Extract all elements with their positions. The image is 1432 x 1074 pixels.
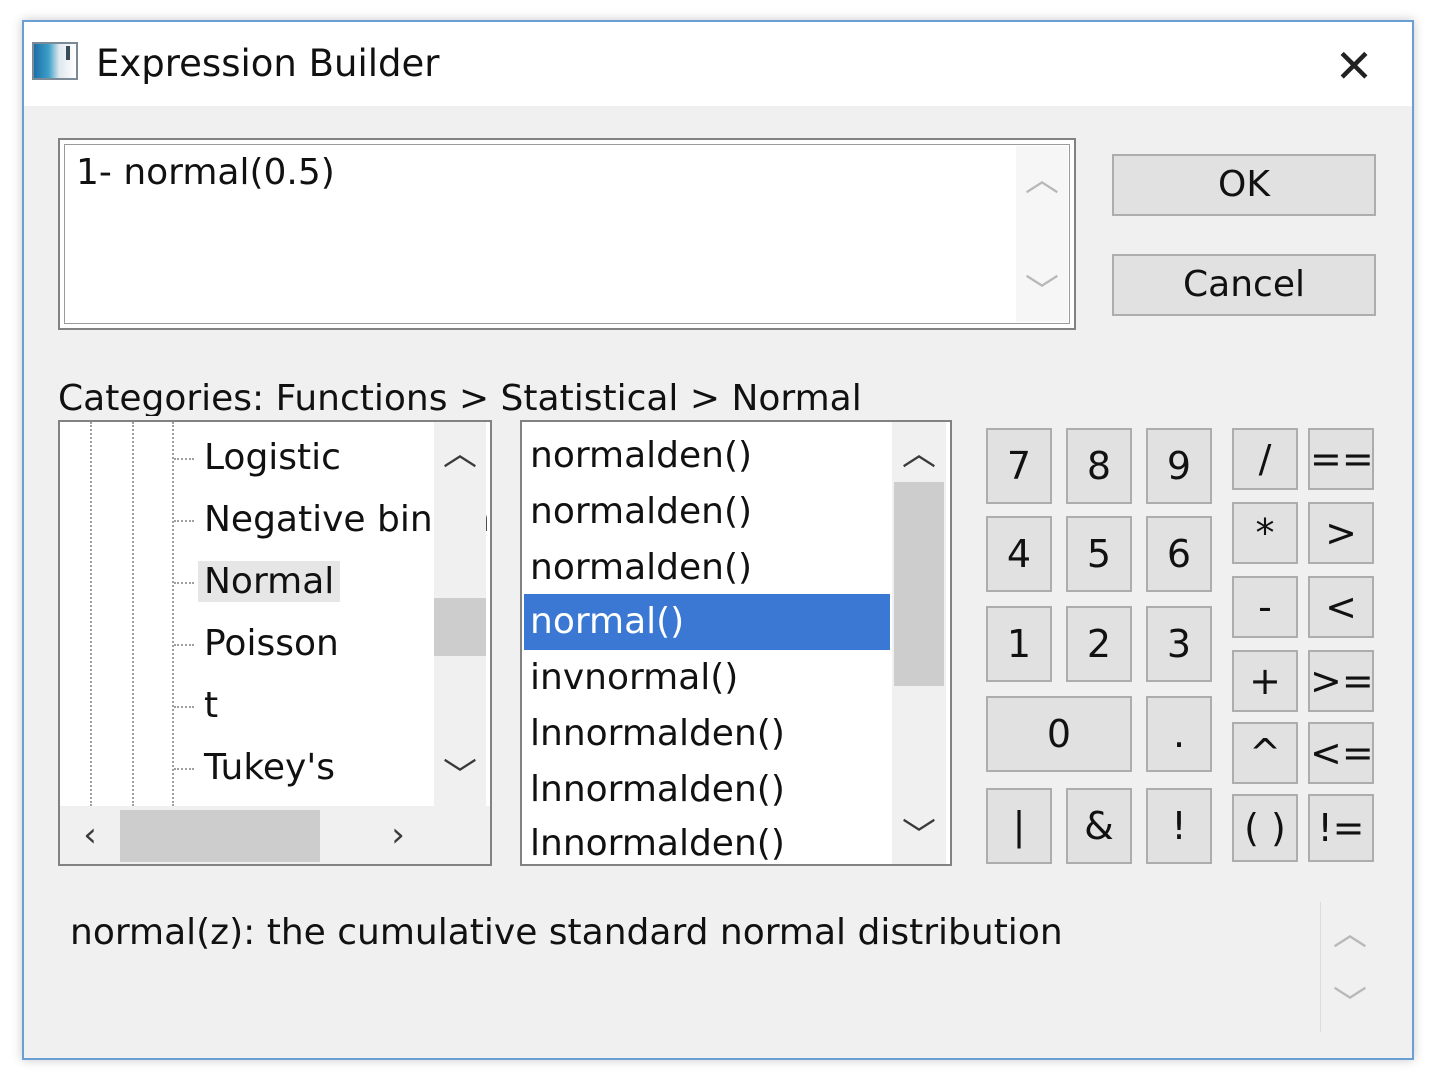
tree-item-label: Logistic [204,437,341,478]
tree-item-label: Normal [198,561,341,602]
tree-vertical-scrollbar[interactable]: ︿ ﹀ [434,422,486,806]
ok-button[interactable]: OK [1112,154,1376,216]
key-2[interactable]: 2 [1066,606,1132,682]
key-divide[interactable]: / [1232,428,1298,490]
key-decimal-point[interactable]: . [1146,696,1212,772]
scroll-down-icon[interactable]: ﹀ [1321,984,1379,1024]
scroll-up-icon[interactable]: ︿ [1016,160,1068,200]
expression-input[interactable]: 1- normal(0.5) ︿ ﹀ [58,138,1076,330]
key-less-equal[interactable]: <= [1308,722,1374,784]
key-7[interactable]: 7 [986,428,1052,504]
key-3[interactable]: 3 [1146,606,1212,682]
key-1[interactable]: 1 [986,606,1052,682]
app-icon [32,42,78,80]
tree-horizontal-scrollbar[interactable]: ‹ › [60,806,490,864]
tree-item-normal[interactable]: Normal [174,552,341,612]
key-0[interactable]: 0 [986,696,1132,772]
key-greater-equal[interactable]: >= [1308,650,1374,712]
key-parentheses[interactable]: ( ) [1232,794,1298,862]
key-equals[interactable]: == [1308,428,1374,490]
key-6[interactable]: 6 [1146,516,1212,592]
scroll-down-icon[interactable]: ﹀ [434,756,486,796]
key-greater-than[interactable]: > [1308,502,1374,564]
list-item-selected[interactable]: normal() [524,594,890,650]
category-tree[interactable]: Logistic Negative binomial Normal Poisso… [58,420,492,866]
tree-horizontal-scroll-thumb[interactable] [120,810,320,862]
key-subtract[interactable]: - [1232,576,1298,638]
scroll-right-icon[interactable]: › [370,806,426,864]
list-item[interactable]: normalden() [524,484,890,540]
tree-item-label: Tukey's [204,747,336,788]
scroll-down-icon[interactable]: ﹀ [892,816,946,856]
scroll-up-icon[interactable]: ︿ [1321,914,1379,954]
expression-builder-dialog: Expression Builder ✕ 1- normal(0.5) ︿ ﹀ … [22,20,1414,1060]
title-bar: Expression Builder ✕ [24,22,1412,106]
description-scrollbar[interactable]: ︿ ﹀ [1320,902,1379,1032]
dialog-title: Expression Builder [96,42,440,85]
key-multiply[interactable]: * [1232,502,1298,564]
list-item[interactable]: lnnormalden() [524,816,890,864]
tree-item-logistic[interactable]: Logistic [174,428,347,488]
tree-item-t[interactable]: t [174,676,224,736]
function-list-scrollbar[interactable]: ︿ ﹀ [892,422,946,864]
key-and[interactable]: & [1066,788,1132,864]
tree-item-label: Poisson [204,623,339,664]
key-add[interactable]: + [1232,650,1298,712]
scroll-left-icon[interactable]: ‹ [62,806,118,864]
tree-vertical-scroll-thumb[interactable] [434,598,486,656]
scroll-up-icon[interactable]: ︿ [434,434,486,474]
key-5[interactable]: 5 [1066,516,1132,592]
key-4[interactable]: 4 [986,516,1052,592]
tree-item-tukeys[interactable]: Tukey's [174,738,341,798]
list-item[interactable]: normalden() [524,428,890,484]
function-description: normal(z): the cumulative standard norma… [58,902,1408,1042]
key-not-equal[interactable]: != [1308,794,1374,862]
key-not[interactable]: ! [1146,788,1212,864]
key-power[interactable]: ^ [1232,722,1298,784]
cancel-button[interactable]: Cancel [1112,254,1376,316]
tree-guide-line [90,422,92,806]
close-icon[interactable]: ✕ [1324,36,1384,96]
expression-text[interactable]: 1- normal(0.5) [76,152,335,193]
list-item[interactable]: lnnormalden() [524,706,890,762]
categories-breadcrumb: Categories: Functions > Statistical > No… [58,378,862,416]
tree-item-label: t [204,685,219,726]
tree-item-poisson[interactable]: Poisson [174,614,345,674]
function-list-scroll-thumb[interactable] [894,482,944,686]
scroll-down-icon[interactable]: ﹀ [1016,272,1068,312]
tree-guide-line [132,422,134,806]
function-list[interactable]: normalden() normalden() normalden() norm… [520,420,952,866]
description-text: normal(z): the cumulative standard norma… [70,912,1063,953]
list-item[interactable]: normalden() [524,540,890,596]
key-8[interactable]: 8 [1066,428,1132,504]
list-item[interactable]: lnnormalden() [524,762,890,818]
scroll-up-icon[interactable]: ︿ [892,434,946,474]
key-less-than[interactable]: < [1308,576,1374,638]
key-9[interactable]: 9 [1146,428,1212,504]
key-or[interactable]: | [986,788,1052,864]
list-item[interactable]: invnormal() [524,650,890,706]
expression-scrollbar[interactable]: ︿ ﹀ [1016,146,1068,322]
